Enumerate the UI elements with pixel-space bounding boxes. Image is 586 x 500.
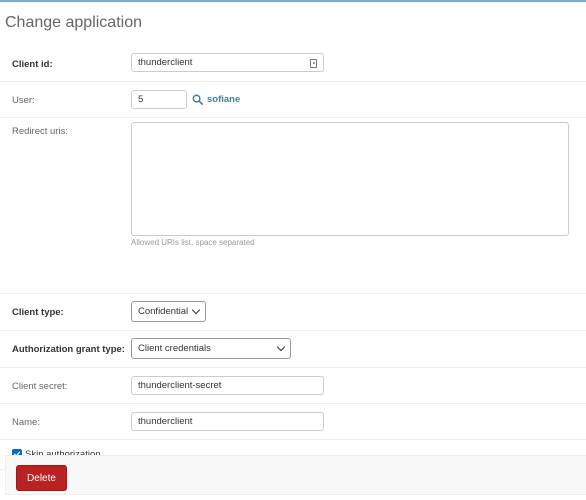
client-id-input[interactable]: thunderclient <box>131 53 324 72</box>
search-icon[interactable] <box>192 94 203 105</box>
field-row-user: User: 5 sofiane <box>0 82 586 118</box>
field-row-client-secret: Client secret: thunderclient-secret <box>0 368 586 404</box>
client-type-label: Client type: <box>12 307 64 318</box>
client-id-value: thunderclient <box>138 57 193 68</box>
password-key-icon[interactable] <box>310 59 317 68</box>
chevron-down-icon <box>276 342 286 352</box>
client-id-label: Client id: <box>12 59 53 70</box>
field-row-client-type: Client type: Confidential <box>0 294 586 331</box>
delete-button[interactable]: Delete <box>16 465 67 491</box>
redirect-uris-label: Redirect uris: <box>12 126 68 137</box>
field-row-client-id: Client id: thunderclient <box>0 44 586 82</box>
client-type-selected: Confidential <box>138 306 189 317</box>
header-accent-line <box>0 0 586 2</box>
grant-type-label: Authorization grant type: <box>12 344 125 355</box>
field-row-name: Name: thunderclient <box>0 404 586 440</box>
redirect-uris-help: Allowed URIs list, space separated <box>131 238 255 247</box>
client-type-select[interactable]: Confidential <box>131 301 206 322</box>
submit-row: Delete <box>5 455 586 495</box>
grant-type-selected: Client credentials <box>138 343 211 354</box>
user-id-value: 5 <box>138 94 144 105</box>
user-label: User: <box>12 95 35 106</box>
redirect-uris-textarea[interactable] <box>131 122 569 236</box>
client-secret-value: thunderclient-secret <box>138 380 222 391</box>
change-form: Client id: thunderclient User: 5 sofiane… <box>0 44 586 470</box>
user-link[interactable]: sofiane <box>207 94 240 105</box>
chevron-down-icon <box>191 305 201 315</box>
grant-type-select[interactable]: Client credentials <box>131 338 291 359</box>
page-title: Change application <box>5 14 142 31</box>
name-input[interactable]: thunderclient <box>131 412 324 431</box>
user-id-input[interactable]: 5 <box>131 90 187 109</box>
name-label: Name: <box>12 417 40 428</box>
field-row-grant-type: Authorization grant type: Client credent… <box>0 331 586 368</box>
field-row-redirect-uris: Redirect uris: Allowed URIs list, space … <box>0 118 586 294</box>
client-secret-label: Client secret: <box>12 381 68 392</box>
name-value: thunderclient <box>138 416 193 427</box>
client-secret-input[interactable]: thunderclient-secret <box>131 376 324 395</box>
